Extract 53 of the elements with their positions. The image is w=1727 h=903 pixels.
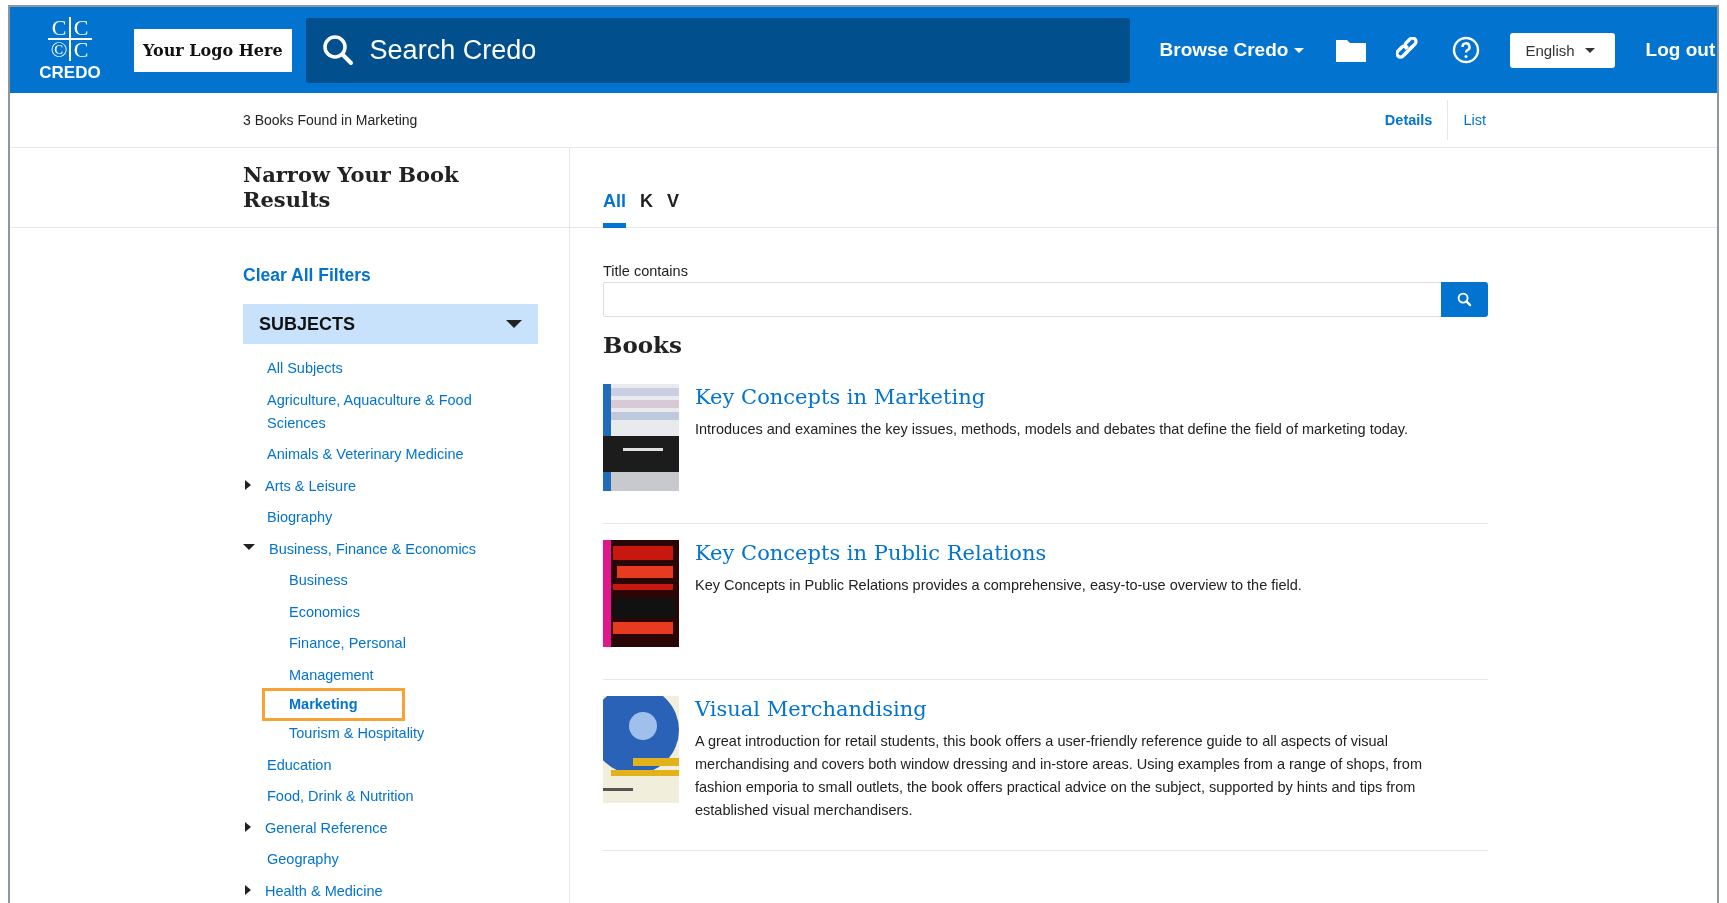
expand-toggle-icon[interactable] <box>245 479 251 490</box>
help-icon[interactable] <box>1452 36 1481 64</box>
subject-link[interactable]: Tourism & Hospitality <box>289 718 425 750</box>
subject-link[interactable]: Education <box>267 749 332 781</box>
sidebar-heading: Narrow Your Book Results <box>243 162 460 212</box>
custom-logo[interactable]: Your Logo Here <box>134 28 292 72</box>
book-description: Introduces and examines the key issues, methods, models and debates that define the field of marketing today. <box>695 420 1409 439</box>
search-icon <box>321 33 354 66</box>
view-toggle[interactable]: List <box>1448 100 1501 140</box>
letter-tab[interactable]: All <box>603 191 626 228</box>
subject-link[interactable]: Food, Drink & Nutrition <box>267 781 414 813</box>
browse-menu[interactable]: Browse Credo <box>1159 39 1305 61</box>
credo-logo[interactable]: C C © C CREDO <box>34 17 106 83</box>
subject-link[interactable]: Marketing <box>265 691 402 718</box>
subject-link[interactable]: Agriculture, Aquaculture & Food Sciences <box>267 384 503 439</box>
search-button[interactable] <box>1441 282 1488 317</box>
letter-tab[interactable]: K <box>640 191 653 228</box>
title-filter-field[interactable] <box>603 282 1441 317</box>
results-count: 3 Books Found in Marketing <box>243 112 419 128</box>
subject-link[interactable]: Animals & Veterinary Medicine <box>267 439 464 471</box>
subject-link[interactable]: Business <box>289 565 348 597</box>
book-description: A great introduction for retail students, this book offers a user-friendly reference guide to all aspects of visual merchandising and covers both window dressing and in-store areas. Using examples from a range of shops, from fashion emporia to small outlets, the book offers practical advice on the subject, supported by hints and tips from established visual merchandisers. <box>695 732 1423 820</box>
subject-link[interactable]: Arts & Leisure <box>265 470 357 502</box>
subject-link[interactable]: Finance, Personal <box>289 628 406 660</box>
book-title-link[interactable]: Visual Merchandising <box>695 696 927 722</box>
book-title-link[interactable]: Key Concepts in Public Relations <box>695 540 1047 566</box>
caret-icon <box>1294 47 1305 53</box>
subject-link[interactable]: General Reference <box>265 812 388 844</box>
book-description: Key Concepts in Public Relations provides a comprehensive, easy-to-use overview to the field. <box>695 576 1302 595</box>
subjects-header[interactable]: SUBJECTS <box>243 304 538 344</box>
subject-link[interactable]: Economics <box>289 596 360 628</box>
folder-icon[interactable] <box>1336 38 1367 62</box>
language-select[interactable]: English <box>1510 32 1615 68</box>
expand-toggle-icon[interactable] <box>245 821 251 832</box>
field-label: Title contains <box>603 263 689 279</box>
book-title-link[interactable]: Key Concepts in Marketing <box>695 384 986 410</box>
caret-icon <box>1584 47 1595 53</box>
logout-link[interactable]: Log out <box>1645 39 1716 61</box>
subject-link[interactable]: All Subjects <box>267 353 343 385</box>
clear-filters-link[interactable]: Clear All Filters <box>243 265 371 286</box>
section-heading: Books <box>603 331 683 358</box>
subject-link[interactable]: Geography <box>267 844 339 876</box>
letter-tab[interactable]: V <box>667 191 680 228</box>
expand-toggle-icon[interactable] <box>243 543 255 550</box>
search-field[interactable]: Search Credo <box>305 17 1130 83</box>
caret-icon <box>506 320 522 328</box>
view-toggle[interactable]: Details <box>1369 100 1449 140</box>
subject-link[interactable]: Biography <box>267 502 333 534</box>
expand-toggle-icon[interactable] <box>245 884 251 895</box>
subject-link[interactable]: Health & Medicine <box>265 875 383 903</box>
subject-link[interactable]: Business, Finance & Economics <box>269 533 477 565</box>
subject-link[interactable]: Management <box>289 659 374 691</box>
search-icon <box>1457 292 1472 307</box>
